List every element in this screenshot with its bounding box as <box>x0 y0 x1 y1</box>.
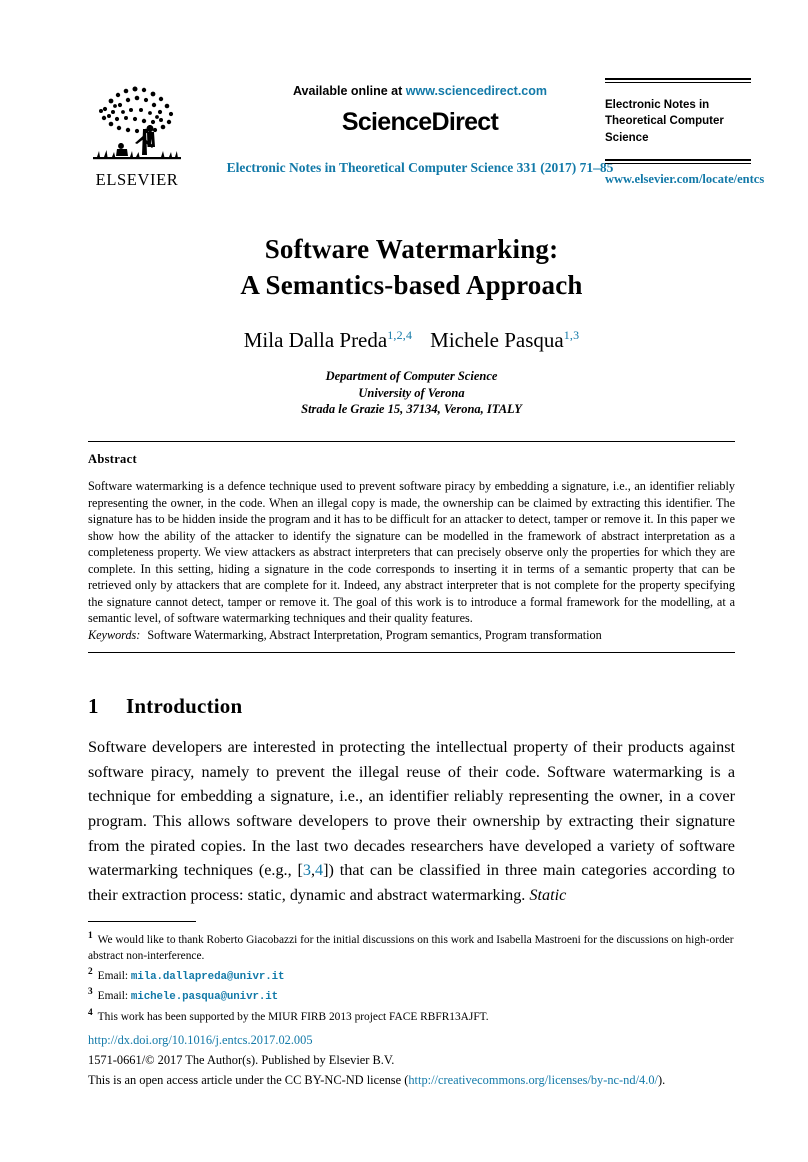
intro-text-before-citation: Software developers are interested in pr… <box>88 738 735 880</box>
sciencedirect-link[interactable]: www.sciencedirect.com <box>406 84 547 98</box>
intro-italic-tail: Static <box>529 885 567 904</box>
footnote-text: This work has been supported by the MIUR… <box>97 1010 489 1023</box>
author-footnote-markers[interactable]: 1,2,4 <box>387 328 412 342</box>
journal-name: Electronic Notes in Theoretical Computer… <box>605 99 724 144</box>
footnote-marker: 3 <box>88 987 93 998</box>
keywords-label: Keywords: <box>88 628 141 642</box>
issn-copyright-line: 1571-0661/© 2017 The Author(s). Publishe… <box>88 1053 395 1068</box>
elsevier-wordmark: ELSEVIER <box>95 170 179 189</box>
citation-link-4[interactable]: 4 <box>315 861 323 879</box>
footnote-text: We would like to thank Roberto Giacobazz… <box>88 933 734 962</box>
section-heading: 1 Introduction <box>88 694 242 719</box>
author-name: Mila Dalla Preda <box>243 328 388 352</box>
publisher-url-link[interactable]: www.elsevier.com/locate/entcs <box>605 172 764 187</box>
journal-box-top-rule <box>605 78 751 83</box>
license-text-after: ). <box>657 1073 666 1088</box>
copyright-block: http://dx.doi.org/10.1016/j.entcs.2017.0… <box>88 1030 748 1090</box>
creative-commons-license-link[interactable]: http://creativecommons.org/licenses/by-n… <box>408 1073 658 1087</box>
footnote-item: 1 We would like to thank Roberto Giacobaz… <box>88 930 735 964</box>
section-number: 1 <box>88 694 99 718</box>
keywords-value: Software Watermarking, Abstract Interpre… <box>147 628 602 642</box>
journal-identity-box: Electronic Notes in Theoretical Computer… <box>605 78 764 187</box>
masthead: ELSEVIER Available online at www.science… <box>60 78 764 203</box>
footnote-item: 2 Email: mila.dallapreda@univr.it <box>88 966 735 985</box>
footnote-divider <box>88 921 196 922</box>
license-line: This is an open access article under the… <box>88 1070 748 1090</box>
affiliation-university: University of Verona <box>358 385 465 400</box>
available-online-line: Available online at www.sciencedirect.co… <box>205 84 635 98</box>
author-email-link[interactable]: mila.dallapreda@univr.it <box>131 970 285 982</box>
author-entry: Michele Pasqua1,3 <box>430 328 579 352</box>
page-title: Software Watermarking: A Semantics-based… <box>88 232 735 303</box>
footnote-list: 1 We would like to thank Roberto Giacobaz… <box>88 930 735 1027</box>
citation-link-3[interactable]: 3 <box>303 861 311 879</box>
journal-citation-link[interactable]: Electronic Notes in Theoretical Computer… <box>180 160 660 176</box>
paper-title-line-2: A Semantics-based Approach <box>240 269 583 300</box>
footnote-item: 3 Email: michele.pasqua@univr.it <box>88 986 735 1005</box>
affiliation-department: Department of Computer Science <box>325 369 498 383</box>
doi-link[interactable]: http://dx.doi.org/10.1016/j.entcs.2017.0… <box>88 1033 313 1047</box>
author-email-link[interactable]: michele.pasqua@univr.it <box>131 991 278 1003</box>
author-entry: Mila Dalla Preda1,2,4 <box>244 328 412 352</box>
abstract-heading: Abstract <box>88 452 137 466</box>
license-text-before: This is an open access article under the… <box>88 1073 409 1088</box>
journal-box-bottom-rule <box>605 158 751 164</box>
keywords-line: Keywords: Software Watermarking, Abstract… <box>88 627 735 643</box>
abstract-text: Software watermarking is a defence techn… <box>88 479 735 626</box>
affiliation-address: Strada le Grazie 15, 37134, Verona, ITAL… <box>301 402 522 417</box>
sciencedirect-wordmark: ScienceDirect <box>341 108 499 136</box>
abstract-bottom-divider <box>88 652 735 653</box>
footnote-email-label: Email: <box>97 969 129 982</box>
footnote-item: 4 This work has been supported by the MIU… <box>88 1007 735 1025</box>
footnote-marker: 1 <box>88 931 93 941</box>
footnote-email-label: Email: <box>97 990 129 1003</box>
paper-page: ELSEVIER Available online at www.science… <box>0 0 808 1162</box>
affiliation-block: Department of Computer Science Universit… <box>88 368 735 418</box>
footnote-marker: 4 <box>88 1008 93 1019</box>
available-online-label: Available online at <box>292 84 406 98</box>
author-list: Mila Dalla Preda1,2,4 Michele Pasqua1,3 <box>88 328 735 353</box>
author-name: Michele Pasqua <box>430 328 564 352</box>
introduction-paragraph: Software developers are interested in pr… <box>88 735 735 907</box>
paper-title-line-1: Software Watermarking: <box>264 234 559 264</box>
abstract-top-divider <box>88 441 735 442</box>
author-footnote-markers[interactable]: 1,3 <box>564 328 580 342</box>
section-title: Introduction <box>126 694 243 718</box>
footnote-marker: 2 <box>88 966 93 977</box>
